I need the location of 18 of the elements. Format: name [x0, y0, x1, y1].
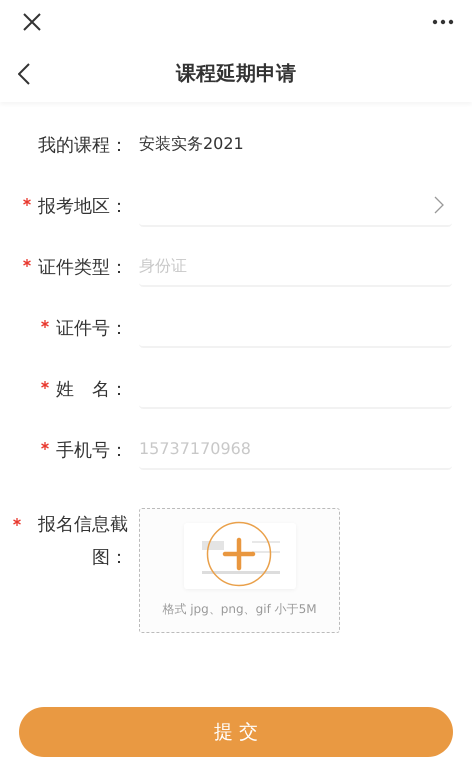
field-label: 手机号： [56, 438, 128, 462]
chevron-right-icon [434, 196, 444, 214]
field-label: 证件类型： [38, 256, 128, 278]
field-label: 我的课程： [38, 134, 128, 156]
field-label: 报名信息截图： [37, 513, 128, 570]
add-icon[interactable] [206, 521, 272, 587]
close-icon[interactable] [22, 12, 42, 32]
field-label: 证件号： [56, 316, 128, 340]
sample-lines-icon [202, 539, 282, 575]
page-title: 课程延期申请 [176, 60, 296, 86]
more-icon[interactable] [432, 19, 454, 25]
course-value: 安装实务2021 [139, 133, 245, 155]
upload-area[interactable]: 格式 jpg、png、gif 小于5M [139, 508, 340, 633]
submit-button[interactable]: 提 交 [19, 707, 453, 757]
field-label: 报考地区： [38, 194, 128, 218]
field-label: 姓 名： [56, 378, 128, 400]
back-icon[interactable] [18, 63, 30, 85]
upload-hint: 格式 jpg、png、gif 小于5M [162, 601, 317, 618]
